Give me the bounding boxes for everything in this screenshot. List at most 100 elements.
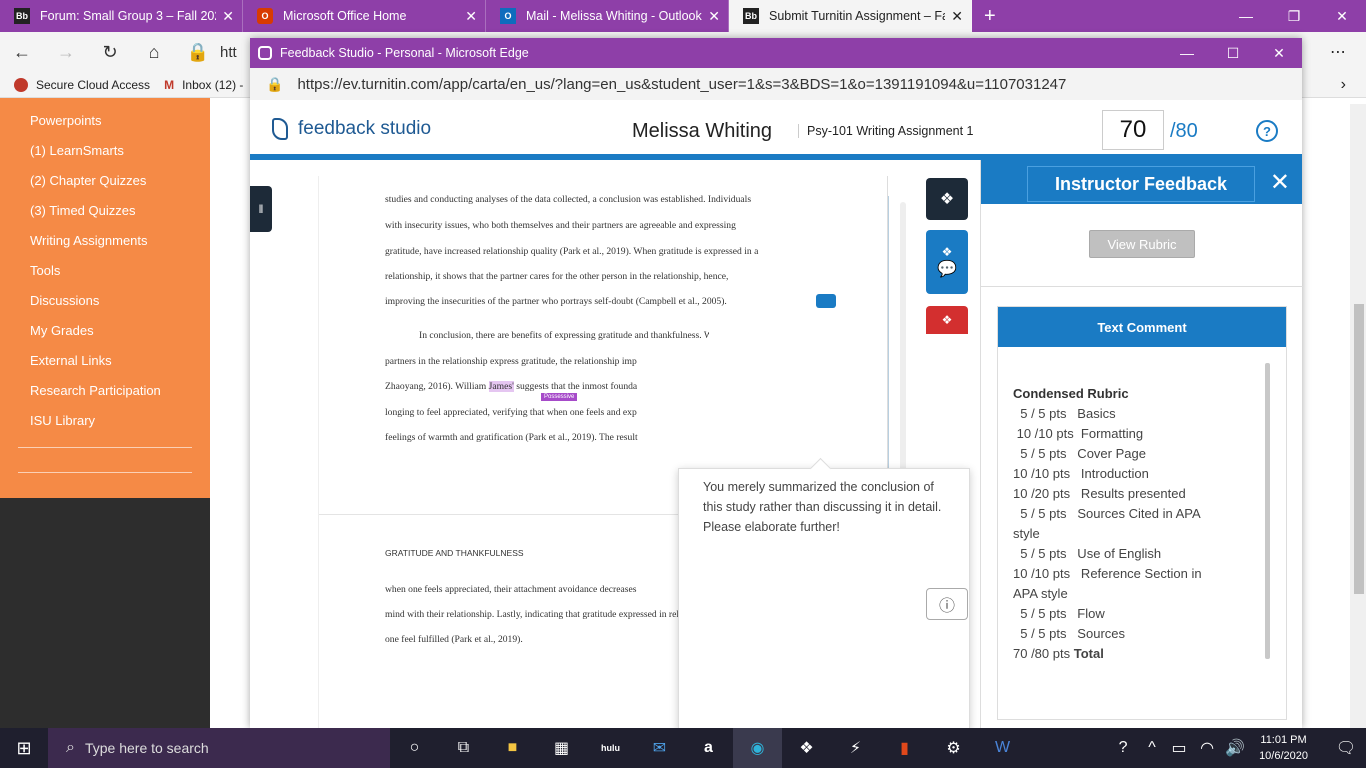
close-icon[interactable]: ✕ xyxy=(708,8,720,25)
search-placeholder: Type here to search xyxy=(84,740,209,756)
nav-item[interactable]: (1) LearnSmarts xyxy=(30,143,124,158)
info-button[interactable]: ⓘ xyxy=(926,588,968,620)
dropbox-icon[interactable]: ❖ xyxy=(782,728,831,768)
doc-line: relationship, it shows that the partner … xyxy=(385,271,729,282)
refresh-icon[interactable]: ↻ xyxy=(88,42,132,63)
globe-icon xyxy=(14,77,28,92)
rubric-row: 5 / 5 pts Flow xyxy=(1013,606,1105,621)
taskbar-search[interactable]: ⌕ Type here to search xyxy=(48,728,390,768)
maximize-icon[interactable]: ☐ xyxy=(1210,38,1256,68)
favorite-secure-cloud[interactable]: Secure Cloud Access xyxy=(14,77,150,92)
nav-item[interactable]: Powerpoints xyxy=(30,113,102,128)
amazon-icon[interactable]: a xyxy=(684,728,733,768)
forward-icon[interactable]: → xyxy=(44,42,88,63)
restore-icon[interactable]: ❐ xyxy=(1270,0,1318,32)
close-icon[interactable]: ✕ xyxy=(951,8,963,25)
help-icon[interactable]: ? xyxy=(1256,120,1278,142)
gmail-icon: M xyxy=(164,77,175,92)
start-button[interactable]: ⊞ xyxy=(0,728,48,768)
store-icon[interactable]: ▦ xyxy=(537,728,586,768)
rubric-row: 10 /10 pts Reference Section in APA styl… xyxy=(1013,566,1205,601)
wifi-icon[interactable]: ◠ xyxy=(1193,728,1221,768)
tab-title: Forum: Small Group 3 – Fall 2020 xyxy=(40,9,217,23)
close-icon[interactable]: ✕ xyxy=(1270,168,1290,197)
favorite-inbox[interactable]: M Inbox (12) - xyxy=(164,78,243,92)
new-tab-button[interactable]: + xyxy=(984,5,996,28)
windows-taskbar: ⊞ ⌕ Type here to search ○ ⧉ ■ ▦ hulu ✉ a … xyxy=(0,728,1366,768)
turnitin-logo-icon xyxy=(272,118,288,140)
feedback-studio-window: Feedback Studio - Personal - Microsoft E… xyxy=(250,38,1303,730)
popup-url[interactable]: https://ev.turnitin.com/app/carta/en_us/… xyxy=(297,76,1066,93)
system-tray: ? ^ ▭ ◠ 🔊 11:01 PM 10/6/2020 🗨 xyxy=(1107,728,1366,768)
task-view-icon[interactable]: ⧉ xyxy=(439,728,488,768)
close-icon[interactable]: ✕ xyxy=(465,8,477,25)
grading-layer-button[interactable]: ❖ 💬 xyxy=(926,230,968,294)
nav-item[interactable]: Research Participation xyxy=(30,383,161,398)
app-icon[interactable]: ⚡ xyxy=(831,728,880,768)
doc-line: studies and conducting analyses of the d… xyxy=(385,194,752,205)
feedback-studio-header: feedback studio Melissa Whiting Psy-101 … xyxy=(250,100,1302,160)
office-icon: O xyxy=(257,8,273,24)
nav-item[interactable]: (3) Timed Quizzes xyxy=(30,203,135,218)
notifications-icon[interactable]: 🗨 xyxy=(1326,728,1366,768)
tab-outlook[interactable]: O Mail - Melissa Whiting - Outlook ✕ xyxy=(486,0,729,32)
scrollbar-thumb[interactable] xyxy=(1354,304,1364,594)
back-icon[interactable]: ← xyxy=(0,42,44,63)
chevron-right-icon[interactable]: › xyxy=(1341,76,1346,94)
volume-icon[interactable]: 🔊 xyxy=(1221,728,1249,768)
comment-scrollbar[interactable] xyxy=(1265,363,1270,659)
rubric-total: 70 /80 pts Total xyxy=(1013,644,1225,664)
doc-text: suggests that the inmost founda xyxy=(513,381,638,392)
nav-item[interactable]: (2) Chapter Quizzes xyxy=(30,173,146,188)
tab-title: Submit Turnitin Assignment – Fall xyxy=(769,9,946,23)
blackboard-icon: Bb xyxy=(14,8,30,24)
edge-icon[interactable]: ◉ xyxy=(733,728,782,768)
settings-icon[interactable]: ⚙ xyxy=(929,728,978,768)
similarity-layer-button[interactable]: ❖ xyxy=(926,306,968,334)
comment-marker-icon[interactable] xyxy=(816,294,836,308)
doc-line: feelings of warmth and gratification (Pa… xyxy=(385,432,638,443)
office-icon[interactable]: ▮ xyxy=(880,728,929,768)
nav-item[interactable]: ISU Library xyxy=(30,413,95,428)
browser-tab-bar: Bb Forum: Small Group 3 – Fall 2020 ✕ O Mic… xyxy=(0,0,1366,32)
close-icon[interactable]: ✕ xyxy=(1318,0,1366,32)
tab-forum[interactable]: Bb Forum: Small Group 3 – Fall 2020 ✕ xyxy=(0,0,243,32)
help-icon[interactable]: ? xyxy=(1107,728,1139,768)
tab-turnitin[interactable]: Bb Submit Turnitin Assignment – Fall ✕ xyxy=(729,0,972,32)
view-rubric-button[interactable]: View Rubric xyxy=(1089,230,1195,258)
mail-icon[interactable]: ✉ xyxy=(635,728,684,768)
doc-line: with insecurity issues, who both themsel… xyxy=(385,220,736,231)
scrollbar[interactable] xyxy=(1350,104,1366,728)
layers-button[interactable]: ❖ xyxy=(926,178,968,220)
divider xyxy=(981,286,1303,287)
highlighted-text[interactable]: James' xyxy=(488,381,514,392)
file-explorer-icon[interactable]: ■ xyxy=(488,728,537,768)
nav-item[interactable]: Discussions xyxy=(30,293,99,308)
close-icon[interactable]: ✕ xyxy=(1256,38,1302,68)
word-icon[interactable]: W xyxy=(978,728,1027,768)
battery-icon[interactable]: ▭ xyxy=(1165,728,1193,768)
popup-titlebar: Feedback Studio - Personal - Microsoft E… xyxy=(250,38,1302,68)
tab-office[interactable]: O Microsoft Office Home ✕ xyxy=(243,0,486,32)
text-comment-header[interactable]: Text Comment xyxy=(998,307,1286,347)
more-icon[interactable]: ⋯ xyxy=(1330,42,1346,62)
rubric-row: 10 /20 pts Results presented xyxy=(1013,486,1186,501)
possessive-mark[interactable]: Possessive xyxy=(541,393,578,401)
nav-item[interactable]: Tools xyxy=(30,263,60,278)
home-icon[interactable]: ⌂ xyxy=(132,42,176,63)
nav-item[interactable]: My Grades xyxy=(30,323,94,338)
address-partial[interactable]: htt xyxy=(220,44,237,61)
score-field[interactable]: 70 xyxy=(1102,110,1164,150)
drag-handle-icon[interactable]: ‖ xyxy=(250,186,272,232)
hulu-icon[interactable]: hulu xyxy=(586,728,635,768)
minimize-icon[interactable]: — xyxy=(1164,38,1210,68)
nav-item[interactable]: Writing Assignments xyxy=(30,233,148,248)
nav-item[interactable]: External Links xyxy=(30,353,112,368)
favorite-label: Inbox (12) - xyxy=(182,77,244,92)
cortana-icon[interactable]: ○ xyxy=(390,728,439,768)
total-points: 70 /80 pts xyxy=(1013,646,1071,661)
taskbar-clock[interactable]: 11:01 PM 10/6/2020 xyxy=(1259,732,1308,764)
chevron-up-icon[interactable]: ^ xyxy=(1139,728,1165,768)
minimize-icon[interactable]: — xyxy=(1222,0,1270,32)
close-icon[interactable]: ✕ xyxy=(222,8,234,25)
